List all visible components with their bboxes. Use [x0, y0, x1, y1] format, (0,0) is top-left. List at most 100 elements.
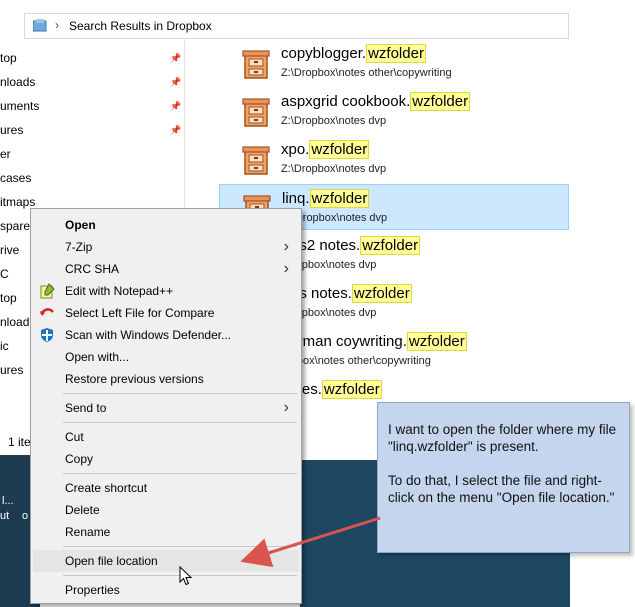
pin-icon: 📌 [170, 77, 182, 87]
result-basename: aspxgrid cookbook. [281, 93, 411, 110]
menu-item-7-zip[interactable]: 7-Zip › [33, 236, 299, 258]
results-scrollbar[interactable] [569, 40, 635, 460]
submenu-arrow-icon: › [283, 260, 289, 277]
nav-item-label: er [0, 147, 11, 161]
breadcrumb-chevron-icon: › [55, 18, 59, 32]
menu-item-send-to[interactable]: Send to › [33, 397, 299, 419]
menu-item-cut[interactable]: Cut [33, 426, 299, 448]
result-item[interactable]: copyblogger. wzfolder Z:\Dropbox\notes oth… [219, 40, 569, 86]
menu-separator [63, 422, 297, 423]
nav-item-label: ic [0, 339, 9, 353]
nav-item[interactable]: ures 📌 [0, 120, 184, 140]
cabinet-file-icon [242, 50, 270, 79]
menu-item-label: Select Left File for Compare [65, 306, 215, 320]
result-name: xpo. wzfolder [281, 140, 370, 159]
cabinet-file-icon [242, 146, 270, 175]
nav-item[interactable]: er [0, 144, 184, 164]
menu-item-crc-sha[interactable]: CRC SHA › [33, 258, 299, 280]
context-menu: Open 7-Zip › CRC SHA › Edit with Notepad++ Sel… [30, 208, 302, 604]
menu-item-create-shortcut[interactable]: Create shortcut [33, 477, 299, 499]
nav-item-label: rive [0, 243, 20, 257]
result-item[interactable]: xpo. wzfolder Z:\Dropbox\notes dvp [219, 136, 569, 182]
nav-item[interactable]: cases [0, 168, 184, 188]
menu-item-delete[interactable]: Delete [33, 499, 299, 521]
menu-item-label: CRC SHA [65, 262, 120, 276]
nav-item-label: top [0, 291, 17, 305]
nav-item-label: uments [0, 99, 40, 113]
menu-item-label: Rename [65, 525, 111, 539]
callout-text: I want to open the folder where my file … [388, 422, 617, 454]
windows-defender-icon [41, 328, 53, 342]
result-extension-highlight: wzfolder [309, 140, 370, 159]
result-extension-highlight: wzfolder [366, 44, 426, 63]
nav-item[interactable]: nloads 📌 [0, 72, 184, 92]
nav-item-label: cases [0, 171, 32, 185]
menu-item-label: Copy [65, 452, 94, 466]
nav-item-label: sparer [0, 219, 35, 233]
nav-item-label: ures [0, 123, 24, 137]
compare-icon [40, 308, 54, 316]
result-extension-highlight: wzfolder [321, 380, 382, 399]
cabinet-file-icon [242, 98, 270, 127]
pin-icon: 📌 [170, 53, 182, 63]
menu-item-edit-with-notepad[interactable]: Edit with Notepad++ [33, 280, 299, 302]
result-extension-highlight: wzfolder [351, 284, 412, 303]
result-basename: linq. [282, 190, 310, 207]
menu-item-label: Properties [65, 583, 120, 597]
menu-separator [63, 473, 297, 474]
menu-item-label: Open with... [65, 350, 130, 364]
ribbon-tabs [0, 0, 635, 8]
address-path: Search Results in Dropbox [69, 19, 212, 33]
menu-item-label: Open file location [65, 554, 158, 568]
nav-item[interactable]: top 📌 [0, 48, 184, 68]
menu-item-open-with[interactable]: Open with... [33, 346, 299, 368]
submenu-arrow-icon: › [283, 399, 289, 416]
menu-item-scan-with-windows-defender[interactable]: Scan with Windows Defender... [33, 324, 299, 346]
menu-item-open[interactable]: Open [33, 214, 299, 236]
result-path: Z:\Dropbox\notes other\copywriting [281, 67, 452, 79]
pin-icon: 📌 [170, 101, 182, 111]
menu-item-copy[interactable]: Copy [33, 448, 299, 470]
menu-item-label: Create shortcut [65, 481, 148, 495]
result-extension-highlight: wzfolder [360, 236, 421, 255]
result-extension-highlight: wzfolder [406, 332, 467, 351]
result-extension-highlight: wzfolder [309, 189, 370, 208]
menu-item-properties[interactable]: Properties [33, 579, 299, 601]
menu-item-label: 7-Zip [65, 240, 93, 254]
notepad-icon [40, 283, 55, 299]
address-bar[interactable]: › Search Results in Dropbox [24, 13, 569, 39]
result-name: aspxgrid cookbook. wzfolder [281, 92, 471, 111]
pin-icon: 📌 [170, 125, 182, 135]
nav-item-label: nloads [0, 75, 36, 89]
menu-separator [63, 393, 297, 394]
desktop-text: l... [2, 495, 14, 507]
nav-item-label: ures [0, 363, 24, 377]
menu-item-label: Edit with Notepad++ [65, 284, 174, 298]
search-folder-icon [33, 19, 47, 32]
result-path: Z:\Dropbox\notes dvp [281, 163, 387, 175]
result-name: linq. wzfolder [282, 189, 370, 208]
result-basename: xpo. [281, 141, 310, 158]
menu-item-open-file-location[interactable]: Open file location [33, 550, 299, 572]
menu-item-label: Cut [65, 430, 84, 444]
menu-item-label: Send to [65, 401, 107, 415]
nav-item-label: top [0, 51, 17, 65]
result-item[interactable]: aspxgrid cookbook. wzfolder Z:\Dropbox\not… [219, 88, 569, 134]
nav-item-label: C [0, 267, 9, 281]
submenu-arrow-icon: › [283, 238, 289, 255]
menu-item-label: Delete [65, 503, 100, 517]
menu-item-select-left-file-for-compare[interactable]: Select Left File for Compare [33, 302, 299, 324]
nav-item[interactable]: uments 📌 [0, 96, 184, 116]
mouse-cursor-icon [179, 566, 193, 586]
callout-text: To do that, I select the file and right-… [388, 473, 615, 505]
status-item-count: 1 ite [8, 435, 31, 449]
menu-item-rename[interactable]: Rename [33, 521, 299, 543]
result-path: Z:\Dropbox\notes dvp [281, 115, 387, 127]
menu-item-label: Open [65, 218, 96, 232]
annotation-callout: I want to open the folder where my file … [377, 402, 630, 553]
result-path: ropbox\notes other\copywriting [281, 355, 431, 367]
result-name: harman coywriting. wzfolder [281, 332, 467, 351]
result-extension-highlight: wzfolder [410, 92, 471, 111]
menu-item-restore-previous-versions[interactable]: Restore previous versions [33, 368, 299, 390]
result-name: copyblogger. wzfolder [281, 44, 426, 63]
